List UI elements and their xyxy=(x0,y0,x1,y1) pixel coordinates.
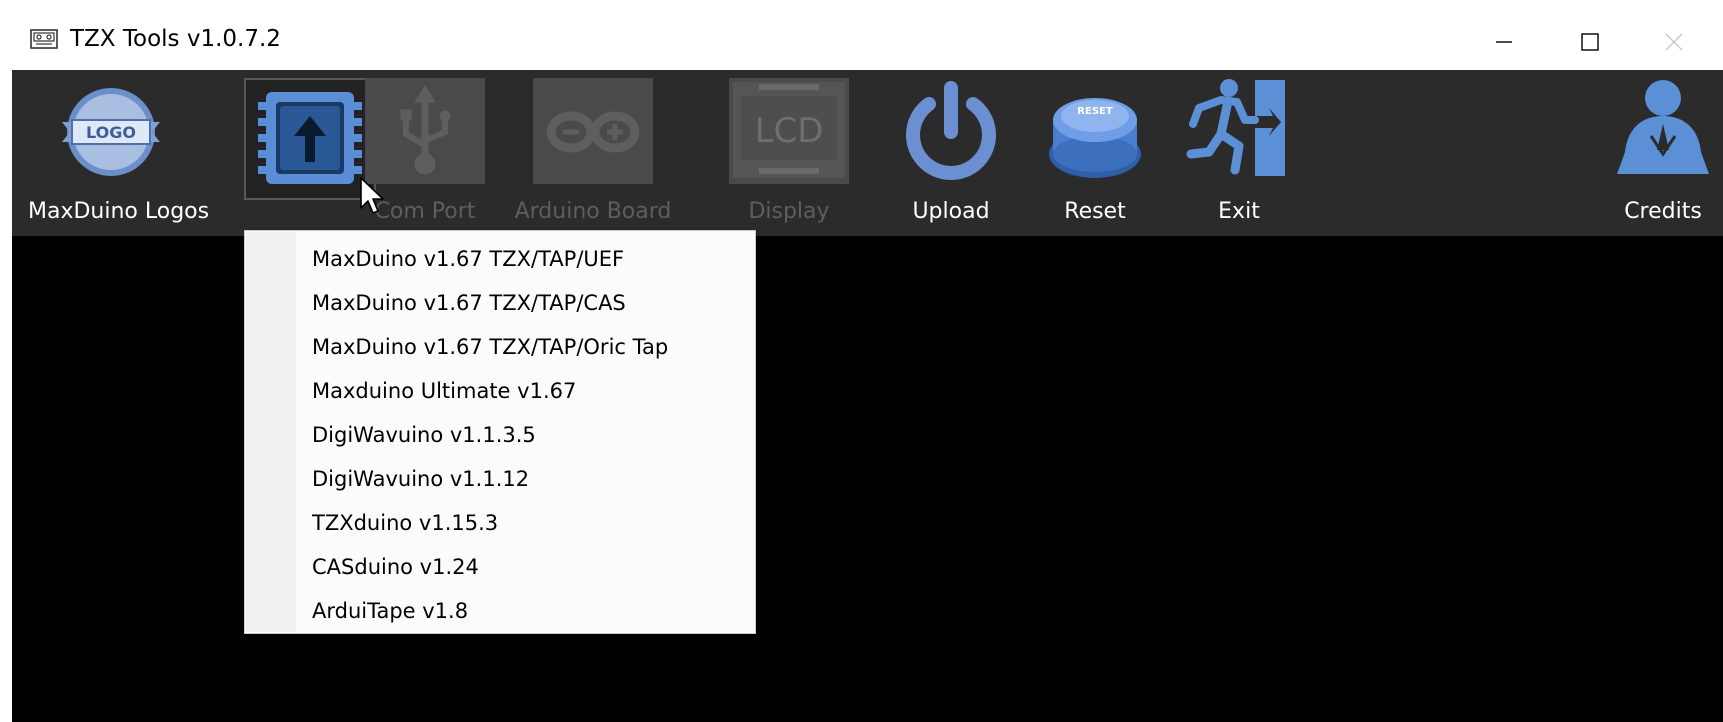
tape-icon xyxy=(30,29,58,53)
close-icon xyxy=(1665,33,1683,51)
power-icon xyxy=(899,80,1003,188)
svg-text:LOGO: LOGO xyxy=(86,123,136,142)
app-window: TZX Tools v1.0.7.2 LOGO MaxDuino Logos C… xyxy=(0,0,1723,722)
toolbar-label-reset: Reset xyxy=(1064,199,1126,224)
window-title: TZX Tools v1.0.7.2 xyxy=(70,26,281,52)
toolbar-label-exit: Exit xyxy=(1218,199,1260,224)
exit-button[interactable]: Exit xyxy=(1174,70,1304,236)
toolbar: LOGO MaxDuino Logos Com Port Arduino Boa… xyxy=(12,70,1723,236)
maxduino-logos-button[interactable]: LOGO MaxDuino Logos xyxy=(28,70,210,236)
toolbar-label-upload: Upload xyxy=(912,199,990,224)
toolbar-label-arduino-board: Arduino Board xyxy=(514,199,672,224)
display-button[interactable]: LCD Display xyxy=(724,70,854,236)
title-bar: TZX Tools v1.0.7.2 xyxy=(12,12,1723,70)
firmware-select-button[interactable] xyxy=(244,78,376,200)
minimize-icon xyxy=(1496,41,1512,43)
menu-item-maxduino-cas[interactable]: MaxDuino v1.67 TZX/TAP/CAS xyxy=(296,281,754,325)
lcd-icon: LCD xyxy=(729,78,849,190)
logo-badge-icon: LOGO xyxy=(56,82,166,190)
menu-item-digiwavuino-1112[interactable]: DigiWavuino v1.1.12 xyxy=(296,457,754,501)
reset-button[interactable]: RESET Reset xyxy=(1030,70,1160,236)
arduino-icon xyxy=(533,78,653,190)
maximize-icon xyxy=(1581,33,1599,51)
reset-button-icon: RESET xyxy=(1043,82,1147,190)
exit-icon xyxy=(1185,76,1293,184)
menu-gutter xyxy=(246,232,296,632)
menu-item-maxduino-oric[interactable]: MaxDuino v1.67 TZX/TAP/Oric Tap xyxy=(296,325,754,369)
svg-text:LCD: LCD xyxy=(755,111,824,151)
menu-item-casduino[interactable]: CASduino v1.24 xyxy=(296,545,754,589)
toolbar-label-maxduino-logos: MaxDuino Logos xyxy=(28,199,210,224)
menu-item-tzxduino[interactable]: TZXduino v1.15.3 xyxy=(296,501,754,545)
menu-item-arduitape[interactable]: ArduiTape v1.8 xyxy=(296,589,754,633)
toolbar-label-credits: Credits xyxy=(1624,199,1702,224)
toolbar-label-display: Display xyxy=(748,199,830,224)
close-button[interactable] xyxy=(1644,12,1704,70)
arduino-board-button[interactable]: Arduino Board xyxy=(510,70,676,236)
menu-item-digiwavuino-1135[interactable]: DigiWavuino v1.1.3.5 xyxy=(296,413,754,457)
minimize-button[interactable] xyxy=(1474,12,1534,70)
svg-text:RESET: RESET xyxy=(1077,106,1113,117)
upload-button[interactable]: Upload xyxy=(886,70,1016,236)
menu-item-maxduino-ultimate[interactable]: Maxduino Ultimate v1.67 xyxy=(296,369,754,413)
firmware-dropdown-menu: MaxDuino v1.67 TZX/TAP/UEF MaxDuino v1.6… xyxy=(244,230,756,634)
credits-person-icon xyxy=(1613,76,1713,186)
upload-chip-icon xyxy=(254,86,366,196)
maximize-button[interactable] xyxy=(1560,12,1620,70)
mouse-cursor-icon xyxy=(359,176,385,220)
usb-icon xyxy=(365,78,485,190)
menu-item-maxduino-uef[interactable]: MaxDuino v1.67 TZX/TAP/UEF xyxy=(296,237,754,281)
credits-button[interactable]: Credits xyxy=(1604,70,1722,236)
